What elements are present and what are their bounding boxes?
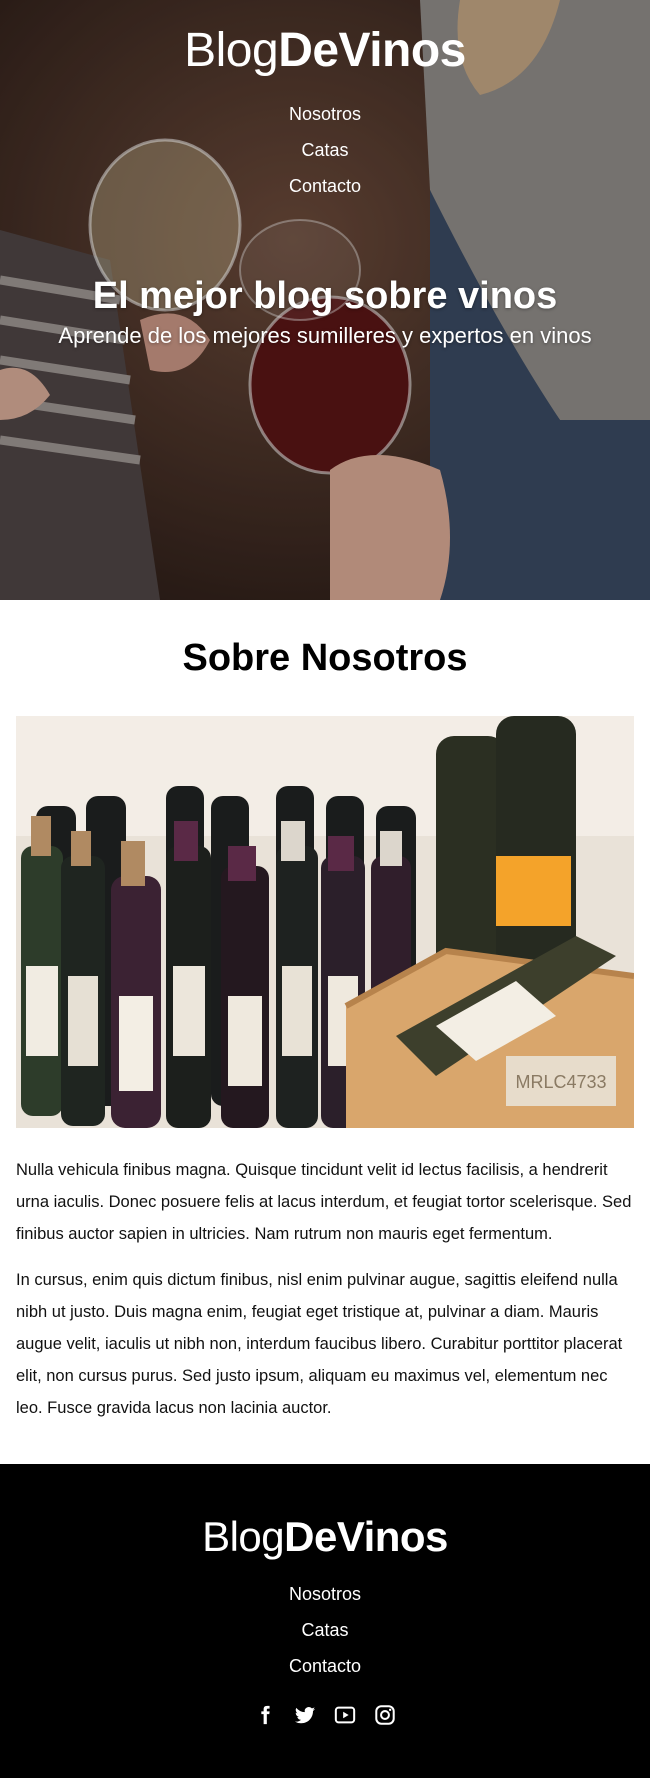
hero-section: BlogDeVinos Nosotros Catas Contacto El m… (0, 0, 650, 600)
footer-logo-part-blog: Blog (202, 1513, 285, 1560)
main-nav: Nosotros Catas Contacto (0, 96, 650, 204)
about-paragraph-2: In cursus, enim quis dictum finibus, nis… (16, 1271, 623, 1417)
crate-label: MRLC4733 (515, 1072, 606, 1092)
footer-link-catas[interactable]: Catas (0, 1612, 650, 1648)
footer-logo[interactable]: BlogDeVinos (0, 1508, 650, 1566)
footer-logo-part-devinos: DeVinos (284, 1513, 448, 1560)
wine-bottles-image: MRLC4733 (16, 716, 634, 1128)
footer-nav: Nosotros Catas Contacto (0, 1576, 650, 1684)
site-footer: BlogDeVinos Nosotros Catas Contacto (0, 1464, 650, 1778)
hero-title: El mejor blog sobre vinos (92, 275, 558, 317)
logo-part-blog: Blog (184, 24, 279, 77)
site-logo[interactable]: BlogDeVinos (0, 0, 650, 82)
youtube-icon[interactable] (334, 1704, 356, 1726)
about-section: Sobre Nosotros MRLC4733 Nulla vehicula f… (0, 600, 650, 1464)
social-links (0, 1704, 650, 1726)
instagram-icon[interactable] (374, 1704, 396, 1726)
nav-link-contacto[interactable]: Contacto (0, 168, 650, 204)
about-title: Sobre Nosotros (182, 637, 468, 679)
twitter-icon[interactable] (294, 1704, 316, 1726)
nav-link-nosotros[interactable]: Nosotros (0, 96, 650, 132)
about-paragraph-1: Nulla vehicula finibus magna. Quisque ti… (16, 1161, 632, 1243)
footer-link-contacto[interactable]: Contacto (0, 1648, 650, 1684)
facebook-icon[interactable] (254, 1704, 276, 1726)
footer-link-nosotros[interactable]: Nosotros (0, 1576, 650, 1612)
hero-content: BlogDeVinos Nosotros Catas Contacto El m… (0, 0, 650, 352)
nav-link-catas[interactable]: Catas (0, 132, 650, 168)
logo-part-devinos: DeVinos (278, 24, 466, 77)
hero-subtitle: Aprende de los mejores sumilleres y expe… (58, 323, 592, 348)
